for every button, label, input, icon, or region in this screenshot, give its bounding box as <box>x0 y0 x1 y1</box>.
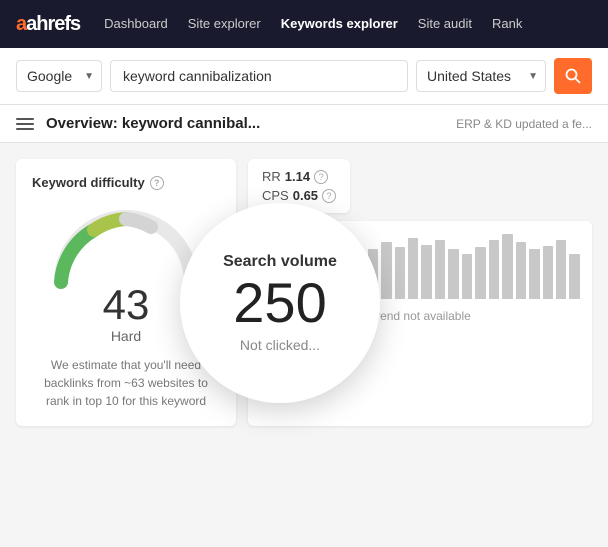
trend-bar <box>543 246 553 299</box>
trend-bar <box>408 238 418 299</box>
search-volume-popup: Search volume 250 Not clicked... <box>180 203 380 403</box>
trend-bar <box>421 245 431 299</box>
country-select[interactable]: United States <box>416 60 546 92</box>
keyword-input[interactable] <box>110 60 408 92</box>
trend-bar <box>529 249 539 299</box>
nav-item-keywords-explorer[interactable]: Keywords explorer <box>281 15 398 33</box>
popup-value: 250 <box>233 275 326 331</box>
trend-bar <box>435 240 445 299</box>
rr-metric: RR 1.14 ? <box>262 169 336 184</box>
trend-bar <box>569 254 579 299</box>
trend-bar <box>489 240 499 299</box>
overview-notice: ERP & KD updated a fe... <box>456 117 592 131</box>
trend-bar <box>502 234 512 299</box>
nav-item-site-explorer[interactable]: Site explorer <box>188 15 261 33</box>
trend-bar <box>448 249 458 299</box>
cps-metric: CPS 0.65 ? <box>262 188 336 203</box>
trend-bar <box>381 242 391 299</box>
hamburger-menu[interactable] <box>16 118 34 130</box>
main-content: Keyword difficulty ? 43 Hard We estimate… <box>0 143 608 442</box>
kd-help-icon[interactable]: ? <box>150 176 164 190</box>
logo: aahrefs <box>16 13 80 36</box>
country-select-wrap: United States ▼ <box>416 60 546 92</box>
cps-help-icon[interactable]: ? <box>322 189 336 203</box>
top-navigation: aahrefs Dashboard Site explorer Keywords… <box>0 0 608 48</box>
kd-card-title: Keyword difficulty ? <box>32 175 220 190</box>
kd-value: 43 <box>103 284 150 326</box>
popup-sub: Not clicked... <box>240 337 320 353</box>
trend-bar <box>462 254 472 299</box>
engine-select[interactable]: Google <box>16 60 102 92</box>
overview-header: Overview: keyword cannibal... ERP & KD u… <box>0 105 608 143</box>
rr-help-icon[interactable]: ? <box>314 170 328 184</box>
search-icon <box>565 68 581 84</box>
trend-bar <box>516 242 526 299</box>
search-button[interactable] <box>554 58 592 94</box>
overview-title: Overview: keyword cannibal... <box>46 115 260 132</box>
trend-bar <box>475 247 485 299</box>
nav-item-rank[interactable]: Rank <box>492 15 522 33</box>
kd-rating: Hard <box>111 328 141 344</box>
engine-select-wrap: Google ▼ <box>16 60 102 92</box>
trend-bar <box>395 247 405 299</box>
nav-item-site-audit[interactable]: Site audit <box>418 15 472 33</box>
popup-title: Search volume <box>223 253 337 271</box>
nav-item-dashboard[interactable]: Dashboard <box>104 15 168 33</box>
kd-description: We estimate that you'll need backlinks f… <box>32 356 220 410</box>
search-bar: Google ▼ United States ▼ <box>0 48 608 105</box>
trend-bar <box>556 240 566 299</box>
nav-links: Dashboard Site explorer Keywords explore… <box>104 15 522 33</box>
